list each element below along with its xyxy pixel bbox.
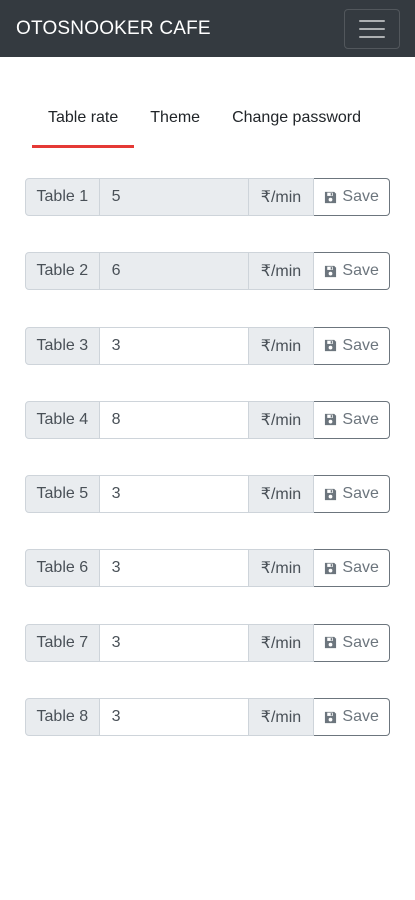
save-button[interactable]: Save — [314, 698, 390, 737]
tab-change-password[interactable]: Change password — [216, 96, 377, 148]
floppy-disk-icon — [324, 636, 337, 649]
floppy-disk-icon — [324, 339, 337, 352]
rate-input[interactable] — [99, 400, 248, 439]
table-rate-row: Table 8 ₹/min Save — [25, 698, 390, 737]
save-label: Save — [342, 485, 379, 503]
rate-input[interactable] — [99, 326, 248, 365]
table-rate-row: Table 1 ₹/min Save — [25, 178, 390, 216]
table-label: Table 2 — [25, 252, 100, 291]
rate-input[interactable] — [99, 178, 248, 216]
save-label: Save — [342, 188, 379, 205]
save-button[interactable]: Save — [314, 326, 390, 365]
save-button[interactable]: Save — [314, 400, 390, 439]
floppy-disk-icon — [324, 191, 337, 204]
save-button[interactable]: Save — [314, 252, 390, 291]
hamburger-menu-icon — [359, 27, 385, 30]
table-rate-list: Table 1 ₹/min Save Table 2 ₹/min Save Table 3 ₹… — [25, 178, 390, 772]
unit-label: ₹/min — [247, 549, 315, 588]
table-rate-row: Table 6 ₹/min Save — [25, 549, 390, 588]
unit-label: ₹/min — [247, 623, 315, 662]
tab-table-rate[interactable]: Table rate — [32, 96, 135, 148]
unit-label: ₹/min — [247, 698, 315, 737]
floppy-disk-icon — [324, 265, 337, 278]
table-label: Table 8 — [25, 698, 100, 737]
tab-theme[interactable]: Theme — [134, 96, 216, 148]
save-button[interactable]: Save — [314, 178, 390, 216]
rate-input[interactable] — [99, 698, 248, 737]
table-rate-row: Table 4 ₹/min Save — [25, 400, 390, 439]
save-label: Save — [342, 336, 379, 354]
save-button[interactable]: Save — [314, 475, 390, 514]
save-label: Save — [342, 559, 379, 577]
table-rate-row: Table 5 ₹/min Save — [25, 475, 390, 514]
tab-bar: Table rate Theme Change password — [32, 96, 377, 148]
save-button[interactable]: Save — [314, 623, 390, 662]
floppy-disk-icon — [324, 562, 337, 575]
table-label: Table 7 — [25, 623, 100, 662]
floppy-disk-icon — [324, 488, 337, 501]
table-rate-row: Table 7 ₹/min Save — [25, 623, 390, 662]
rate-input[interactable] — [99, 252, 248, 291]
brand-title[interactable]: OTOSNOOKER CAFE — [16, 18, 211, 40]
floppy-disk-icon — [324, 711, 337, 724]
table-label: Table 5 — [25, 475, 100, 514]
table-label: Table 1 — [25, 178, 100, 216]
unit-label: ₹/min — [247, 178, 315, 216]
rate-input[interactable] — [99, 623, 248, 662]
save-label: Save — [342, 633, 379, 651]
unit-label: ₹/min — [247, 326, 315, 365]
table-label: Table 6 — [25, 549, 100, 588]
save-label: Save — [342, 262, 379, 280]
hamburger-menu-icon — [359, 19, 385, 22]
table-rate-row: Table 3 ₹/min Save — [25, 326, 390, 365]
save-label: Save — [342, 410, 379, 428]
unit-label: ₹/min — [247, 400, 315, 439]
unit-label: ₹/min — [247, 252, 315, 291]
table-rate-row: Table 2 ₹/min Save — [25, 252, 390, 291]
rate-input[interactable] — [99, 475, 248, 514]
table-label: Table 3 — [25, 326, 100, 365]
rate-input[interactable] — [99, 549, 248, 588]
floppy-disk-icon — [324, 413, 337, 426]
table-label: Table 4 — [25, 400, 100, 439]
unit-label: ₹/min — [247, 475, 315, 514]
save-button[interactable]: Save — [314, 549, 390, 588]
save-label: Save — [342, 708, 379, 726]
navbar: OTOSNOOKER CAFE — [0, 0, 415, 57]
menu-toggle-button[interactable] — [344, 8, 400, 49]
hamburger-menu-icon — [359, 35, 385, 38]
